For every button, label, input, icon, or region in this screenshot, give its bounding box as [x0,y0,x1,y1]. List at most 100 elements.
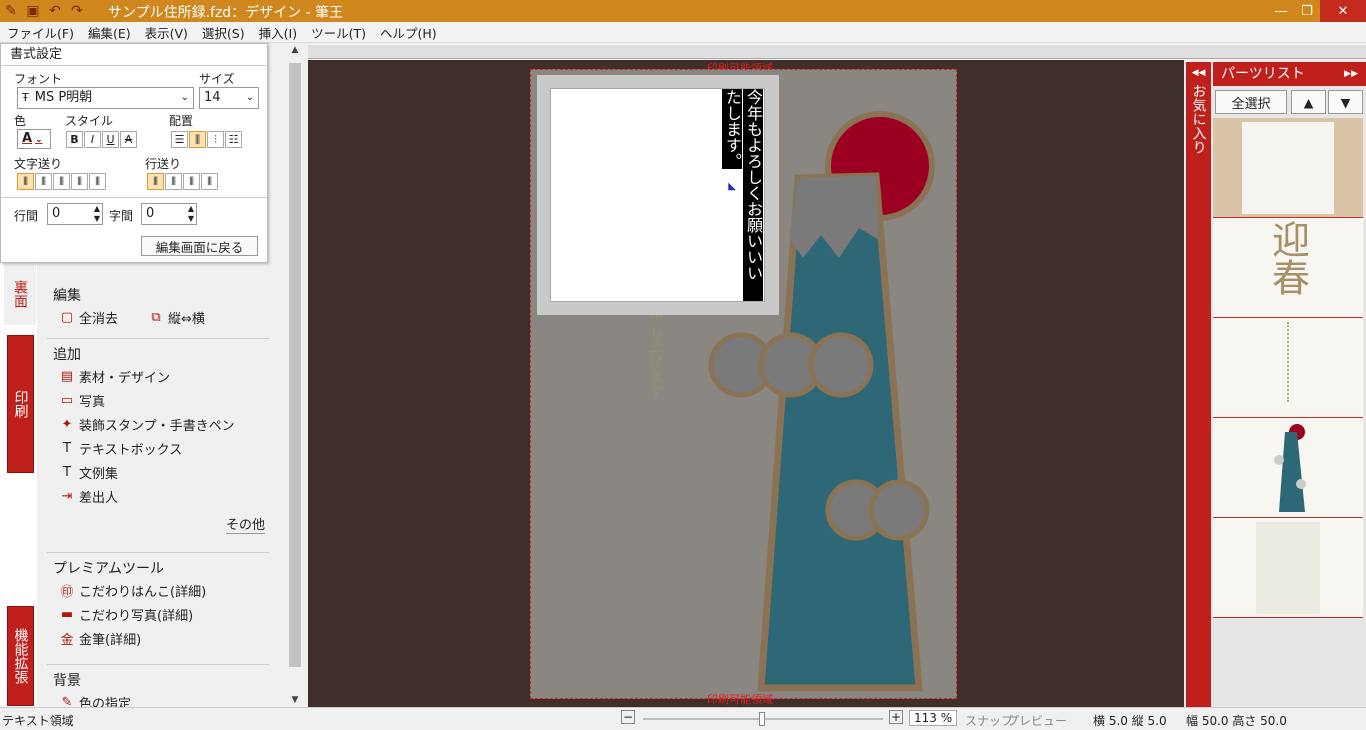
geishun-text: 迎春 [1265,220,1310,296]
spinner-icon[interactable]: ▲ ▼ [94,204,100,224]
save-icon[interactable]: ▣ [25,3,41,19]
status-text: テキスト領域 [2,714,74,728]
menu-help[interactable]: ヘルプ(H) [373,23,444,42]
part-item-blank[interactable] [1213,518,1363,618]
underline-button[interactable]: U [102,131,119,148]
align-bottom-icon[interactable]: ☷ [225,131,242,148]
line-flow-2-icon[interactable]: ⫴ [165,173,182,190]
spinner-icon[interactable]: ▲ ▼ [188,204,194,224]
line-flow-1-icon[interactable]: ⫴ [147,173,164,190]
align-justify-icon[interactable]: ⫼ [189,131,206,148]
char-flow-1-icon[interactable]: ⫴ [17,173,34,190]
zoom-out-button[interactable]: − [621,710,635,724]
back-to-edit-button[interactable]: 編集画面に戻る [141,236,258,256]
color-picker[interactable]: A ⌄ [17,129,51,149]
textbox-frame[interactable]: 今年もよろしくお願いいい たします。 ◣ [537,75,779,315]
scroll-up-icon[interactable]: ▲ [287,45,303,55]
undo-icon[interactable]: ↶ [47,3,63,19]
close-button[interactable]: ✕ [1320,0,1366,22]
char-flow-5-icon[interactable]: ⫴ [89,173,106,190]
preview-toggle[interactable]: プレビュー [1007,712,1067,729]
italic-button[interactable]: I [84,131,101,148]
textbox-line-1[interactable]: 今年もよろしくお願いいい [743,89,763,301]
move-down-button[interactable]: ▼ [1328,90,1363,114]
tab-insatsu[interactable]: 印刷 [7,335,34,473]
title-bar: ✎ ▣ ↶ ↷ サンプル住所録.fzd：デザイン - 筆王 — ❐ ✕ [0,0,1366,22]
char-flow-label: 文字送り [14,157,63,171]
parts-list-header: パーツリスト ▶▶ [1213,62,1366,86]
background-heading: 背景 [47,664,269,690]
select-all-button[interactable]: 全選択 [1215,90,1287,114]
add-sender-button[interactable]: ⇥ 差出人 [47,484,269,508]
parts-list-title: パーツリスト [1221,66,1305,82]
add-stamp-label: 装飾スタンプ・手書きペン [79,418,235,434]
align-center-icon[interactable]: ⫶ [207,131,224,148]
scroll-thumb[interactable] [289,63,301,667]
minimize-button[interactable]: — [1268,0,1294,22]
menu-tools[interactable]: ツール(T) [304,23,373,42]
textbox-line-2[interactable]: たします。 [722,89,742,169]
snap-toggle[interactable]: スナップ [965,712,1013,729]
premium-photo-button[interactable]: ▬ こだわり写真(詳細) [47,602,269,626]
line-flow-4-icon[interactable]: ⫴ [201,173,218,190]
char-flow-3-icon[interactable]: ⫴ [53,173,70,190]
line-flow-3-icon[interactable]: ⫴ [183,173,200,190]
menu-select[interactable]: 選択(S) [195,23,252,42]
zoom-in-button[interactable]: + [889,710,903,724]
clear-all-button[interactable]: ▢ 全消去 [47,305,118,329]
add-textbox-button[interactable]: T テキストボックス [47,436,269,460]
maximize-button[interactable]: ❐ [1294,0,1320,22]
premium-hanko-button[interactable]: ㊞こだわりはんこ(詳細) [47,578,269,602]
hanko-icon: ㊞ [60,584,74,600]
app-icon: ✎ [5,3,17,19]
font-select[interactable]: Ŧ MS P明朝 ⌄ [17,87,194,109]
menu-file[interactable]: ファイル(F) [0,23,81,42]
scroll-down-icon[interactable]: ▼ [287,695,303,705]
collapse-right-icon[interactable]: ▶▶ [1344,62,1358,86]
collapse-left-icon[interactable]: ◀◀ [1186,68,1211,78]
align-top-icon[interactable]: ☰ [171,131,188,148]
strike-button[interactable]: A [120,131,137,148]
char-flow-2-icon[interactable]: ⫴ [35,173,52,190]
zoom-slider-thumb[interactable] [759,712,765,726]
left-scrollbar[interactable]: ▲ ▼ [287,45,303,705]
tab-ura[interactable]: 裏面 [4,263,36,325]
menu-insert[interactable]: 挿入(I) [252,23,304,42]
part-item-geishun[interactable]: 迎春 [1213,218,1363,318]
char-spacing-label: 字間 [109,209,134,223]
char-flow-4-icon[interactable]: ⫴ [71,173,88,190]
swap-orientation-button[interactable]: ⧉ 縦⇔横 [118,305,205,329]
sparkle-icon: ✦ [61,416,73,432]
format-title: 書式設定 [1,44,267,66]
menu-edit[interactable]: 編集(E) [81,23,138,42]
char-spacing-input[interactable]: 0 ▲ ▼ [141,203,197,225]
add-sample-text-button[interactable]: T 文例集 [47,460,269,484]
bold-button[interactable]: B [66,131,83,148]
bg-color-button[interactable]: ✎ 色の指定 [47,690,269,708]
add-material-button[interactable]: ▤ 素材・デザイン [47,364,269,388]
redo-icon[interactable]: ↷ [69,3,85,19]
add-sample-text-label: 文例集 [79,466,119,482]
favorites-tab[interactable]: ◀◀ お気に入り [1186,62,1211,707]
premium-kinpitsu-button[interactable]: 金金筆(詳細) [47,626,269,650]
line-spacing-input[interactable]: 0 ▲ ▼ [47,203,103,225]
textbox[interactable]: 今年もよろしくお願いいい たします。 ◣ [550,88,765,302]
fuji-thumbnail [1274,424,1306,512]
menu-view[interactable]: 表示(V) [138,23,195,42]
more-link[interactable]: その他 [225,518,265,534]
part-item-fuji[interactable] [1213,418,1363,518]
color-label: 色 [14,114,27,128]
clear-all-label: 全消去 [79,311,119,327]
swap-label: 縦⇔横 [168,311,205,327]
move-up-button[interactable]: ▲ [1291,90,1326,114]
ruler [308,45,1366,59]
zoom-field[interactable]: 113 % [909,710,958,726]
add-photo-button[interactable]: ▭ 写真 [47,388,269,412]
style-label: スタイル [65,114,114,128]
part-item-small-text[interactable] [1213,318,1363,418]
premium-hanko-label: こだわりはんこ(詳細) [79,584,207,600]
add-stamp-button[interactable]: ✦ 装飾スタンプ・手書きペン [47,412,269,436]
tab-kinou[interactable]: 機能拡張 [7,606,34,706]
part-item-background[interactable] [1213,118,1363,218]
size-select[interactable]: 14 ⌄ [199,87,259,109]
